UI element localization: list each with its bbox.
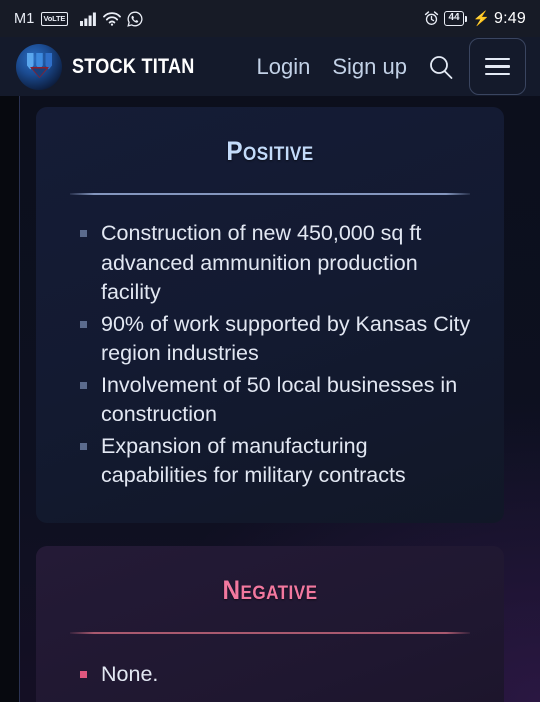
site-header: STOCK TITAN Login Sign up [0,37,540,96]
list-item: Expansion of manufacturing capabilities … [80,432,474,491]
positive-card-title: Positive [226,136,314,166]
left-edge-divider [19,96,20,702]
charging-bolt-icon: ⚡ [472,10,491,26]
list-item: None. [80,660,474,690]
signal-bars-icon [80,12,97,26]
brand-title[interactable]: STOCK TITAN [72,55,195,79]
header-nav: Login Sign up [257,54,407,80]
signup-link[interactable]: Sign up [332,54,407,80]
wifi-icon [103,11,122,26]
alarm-clock-icon [424,11,439,26]
battery-level-label: 44 [444,10,464,27]
battery-tip [464,15,467,22]
volte-badge: VoLTE [40,11,69,26]
stock-titan-logo-icon[interactable] [16,43,62,90]
clock-label: 9:49 [494,9,526,27]
whatsapp-icon [127,11,143,27]
carrier-label: M1 [14,10,35,27]
list-item: Involvement of 50 local businesses in co… [80,371,474,430]
login-link[interactable]: Login [257,54,311,80]
status-bar: M1 VoLTE 44 ⚡ 9:49 [0,0,540,37]
hamburger-menu-icon [485,57,510,76]
hamburger-menu-button[interactable] [469,38,526,95]
search-button[interactable] [427,53,455,81]
app-root: M1 VoLTE 44 ⚡ 9:49 STOCK TITAN Login Sig… [0,0,540,702]
positive-card-divider [70,193,470,195]
negative-bullet-list: None. [80,660,474,690]
positive-bullet-list: Construction of new 450,000 sq ft advanc… [80,219,474,491]
status-bar-right: 44 ⚡ 9:49 [424,10,526,28]
list-item: Construction of new 450,000 sq ft advanc… [80,219,474,308]
negative-sentiment-card: Negative None. [36,546,504,702]
list-item: 90% of work supported by Kansas City reg… [80,310,474,369]
positive-sentiment-card: Positive Construction of new 450,000 sq … [36,107,504,523]
page-content: Positive Construction of new 450,000 sq … [0,96,540,702]
left-edge-strip [0,96,19,702]
negative-card-divider [70,632,470,634]
negative-card-title: Negative [222,575,318,605]
search-icon [427,53,455,81]
battery-indicator: 44 [444,10,467,27]
status-bar-left: M1 VoLTE [14,11,143,27]
